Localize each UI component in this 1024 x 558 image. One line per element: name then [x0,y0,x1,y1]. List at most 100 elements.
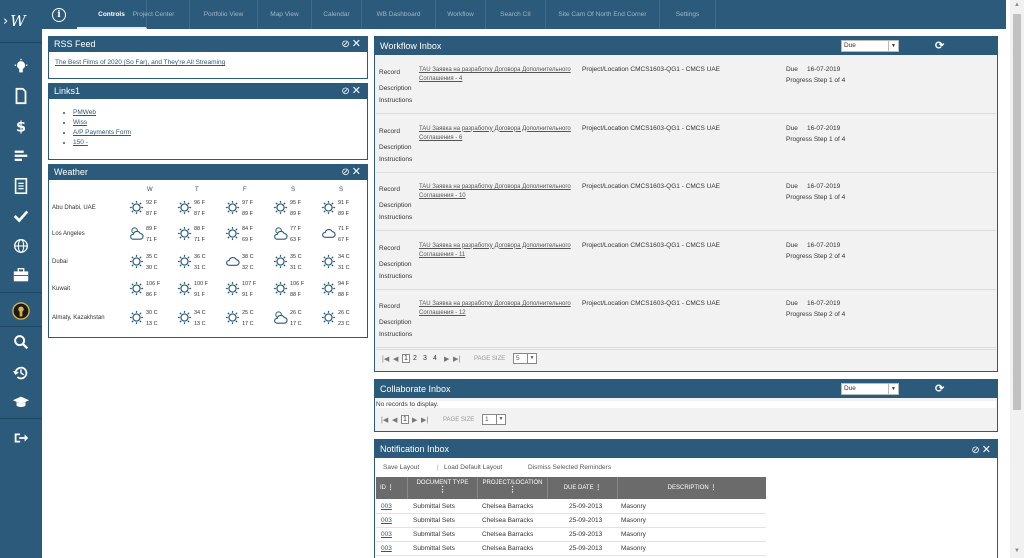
list-icon[interactable] [8,175,34,197]
expand-chevron-icon[interactable]: › [3,14,8,29]
dismiss-reminders-button[interactable]: Dismiss Selected Reminders [528,464,611,471]
col-description[interactable]: DESCRIPTION ⋮ [618,477,766,499]
lightbulb-icon[interactable] [8,56,34,78]
page-scrollbar[interactable]: ▲ ▼ [1010,0,1024,558]
workflow-item[interactable]: Record Description Instructions TAU Заявка … [376,291,996,348]
table-row[interactable]: 003 Submittal Sets Chelsea Barracks 25-09-2… [376,528,766,542]
first-page-icon[interactable]: |◀ [382,355,389,363]
dollar-icon[interactable]: $ [8,115,34,137]
close-icon[interactable]: ✕ [352,166,363,178]
page-size-select[interactable]: 5 ▼ [513,353,537,364]
next-page-icon[interactable]: ▶ [444,355,449,363]
app-logo[interactable]: › W [3,10,39,32]
col-document-type[interactable]: DOCUMENT TYPE ⋮ [408,477,478,499]
workflow-item[interactable]: Record Description Instructions TAU Заявка … [376,232,996,290]
tab-settings[interactable]: Settings [660,0,716,29]
tab-search-cii[interactable]: Search CII [486,0,546,29]
col-id[interactable]: ID ⋮ [376,477,408,499]
first-page-icon[interactable]: |◀ [381,416,388,424]
row-id-link[interactable]: 003 [381,517,392,524]
prev-page-icon[interactable]: ◀ [392,416,397,424]
scroll-down-icon[interactable]: ▼ [1013,548,1021,556]
page-4[interactable]: 4 [433,355,437,362]
row-id-link[interactable]: 003 [381,503,392,510]
record-link[interactable]: TAU Заявка на разработку Договора Дополн… [419,242,579,260]
column-menu-icon[interactable]: ⋮ [388,485,394,491]
hide-eye-icon[interactable]: ⊘ [341,39,351,50]
scrollbar-thumb[interactable] [1013,14,1021,410]
description-label: Description [379,85,412,92]
weather-high: 89 F [146,226,158,232]
tab-map-view[interactable]: Map View [258,0,312,29]
hide-eye-icon[interactable]: ⊘ [341,86,351,97]
workflow-item[interactable]: Record Description Instructions TAU Заявка … [376,115,996,173]
tab-workflow[interactable]: Workflow [436,0,486,29]
prev-page-icon[interactable]: ◀ [393,355,398,363]
tab-project-center[interactable]: Project Center [118,0,190,29]
column-menu-icon[interactable]: ⋮ [710,485,716,491]
row-document-type: Submittal Sets [413,531,455,538]
logout-icon[interactable] [8,427,34,449]
page-1[interactable]: 1 [402,354,410,363]
briefcase-icon[interactable] [8,264,34,286]
tab-calendar[interactable]: Calendar [312,0,362,29]
tab-portfolio-view[interactable]: Portfolio View [190,0,258,29]
page-size-select[interactable]: 1 ▼ [482,414,506,425]
row-id-link[interactable]: 003 [381,531,392,538]
close-icon[interactable]: ✕ [352,38,363,50]
last-page-icon[interactable]: ▶| [421,416,428,424]
workflow-item[interactable]: Record Description Instructions TAU Заявка … [376,57,996,114]
col-project-location[interactable]: PROJECT/LOCATION ⋮ [478,477,548,499]
info-icon[interactable]: i [52,8,66,22]
table-row[interactable]: 003 Submittal Sets Chelsea Barracks 25-09-2… [376,542,766,556]
close-icon[interactable]: ✕ [352,85,363,97]
rss-article-link[interactable]: The Best Films of 2020 (So Far), and The… [55,59,225,66]
weather-low: 89 F [290,211,302,217]
page-3[interactable]: 3 [423,355,427,362]
table-row[interactable]: 003 Submittal Sets Chelsea Barracks 25-09-2… [376,500,766,514]
record-link[interactable]: TAU Заявка на разработку Договора Дополн… [419,125,579,143]
refresh-icon[interactable]: ⟳ [935,39,944,52]
workflow-filter-select[interactable]: Due ▼ [841,40,899,52]
page-1[interactable]: 1 [401,415,409,424]
column-menu-icon[interactable]: ⋮ [408,486,477,494]
document-icon[interactable] [8,85,34,107]
bars-icon[interactable] [8,145,34,167]
record-link[interactable]: TAU Заявка на разработку Договора Дополн… [419,183,579,201]
column-menu-icon[interactable]: ⋮ [478,486,547,494]
page-2[interactable]: 2 [413,355,417,362]
next-page-icon[interactable]: ▶ [412,416,417,424]
save-layout-button[interactable]: Save Layout [383,464,419,471]
tab-wb-dashboard[interactable]: WB Dashboard [362,0,436,29]
weather-high: 35 C [146,254,158,260]
weather-cell: 38 C 32 C [225,253,265,275]
link-item-pmweb[interactable]: PMWeb [73,108,131,118]
search-icon[interactable] [8,331,34,353]
history-icon[interactable] [8,362,34,384]
check-icon[interactable] [8,205,34,227]
table-row[interactable]: 003 Submittal Sets Chelsea Barracks 25-09-2… [376,514,766,528]
record-link[interactable]: TAU Заявка на разработку Договора Дополн… [419,66,579,84]
record-link[interactable]: TAU Заявка на разработку Договора Дополн… [419,300,579,318]
last-page-icon[interactable]: ▶| [453,355,460,363]
load-default-layout-button[interactable]: Load Default Layout [444,464,502,471]
hide-eye-icon[interactable]: ⊘ [971,445,981,456]
link-item-ap-payments[interactable]: A/P Payments Form [73,128,131,138]
close-icon[interactable]: ✕ [982,444,993,456]
notification-table-header: ID ⋮ DOCUMENT TYPE ⋮ PROJECT/LOCATION ⋮ DU… [376,477,766,499]
link-item-150[interactable]: 150 - [73,138,131,148]
graduation-cap-icon[interactable] [8,391,34,413]
workflow-item[interactable]: Record Description Instructions TAU Заявка … [376,174,996,231]
collaborate-filter-select[interactable]: Due ▼ [841,383,899,395]
tab-site-cam[interactable]: Site Cam Of North End Corner [546,0,660,29]
hide-eye-icon[interactable]: ⊘ [341,167,351,178]
globe-icon[interactable] [8,235,34,257]
row-id-link[interactable]: 003 [381,545,392,552]
user-avatar[interactable] [8,300,34,322]
refresh-icon[interactable]: ⟳ [935,382,944,395]
col-due-date[interactable]: DUE DATE ⋮ [548,477,618,499]
scroll-up-icon[interactable]: ▲ [1013,2,1021,10]
link-item-wiss[interactable]: Wiss [73,118,131,128]
column-menu-icon[interactable]: ⋮ [595,485,601,491]
workflow-header: Workflow Inbox [375,37,997,55]
